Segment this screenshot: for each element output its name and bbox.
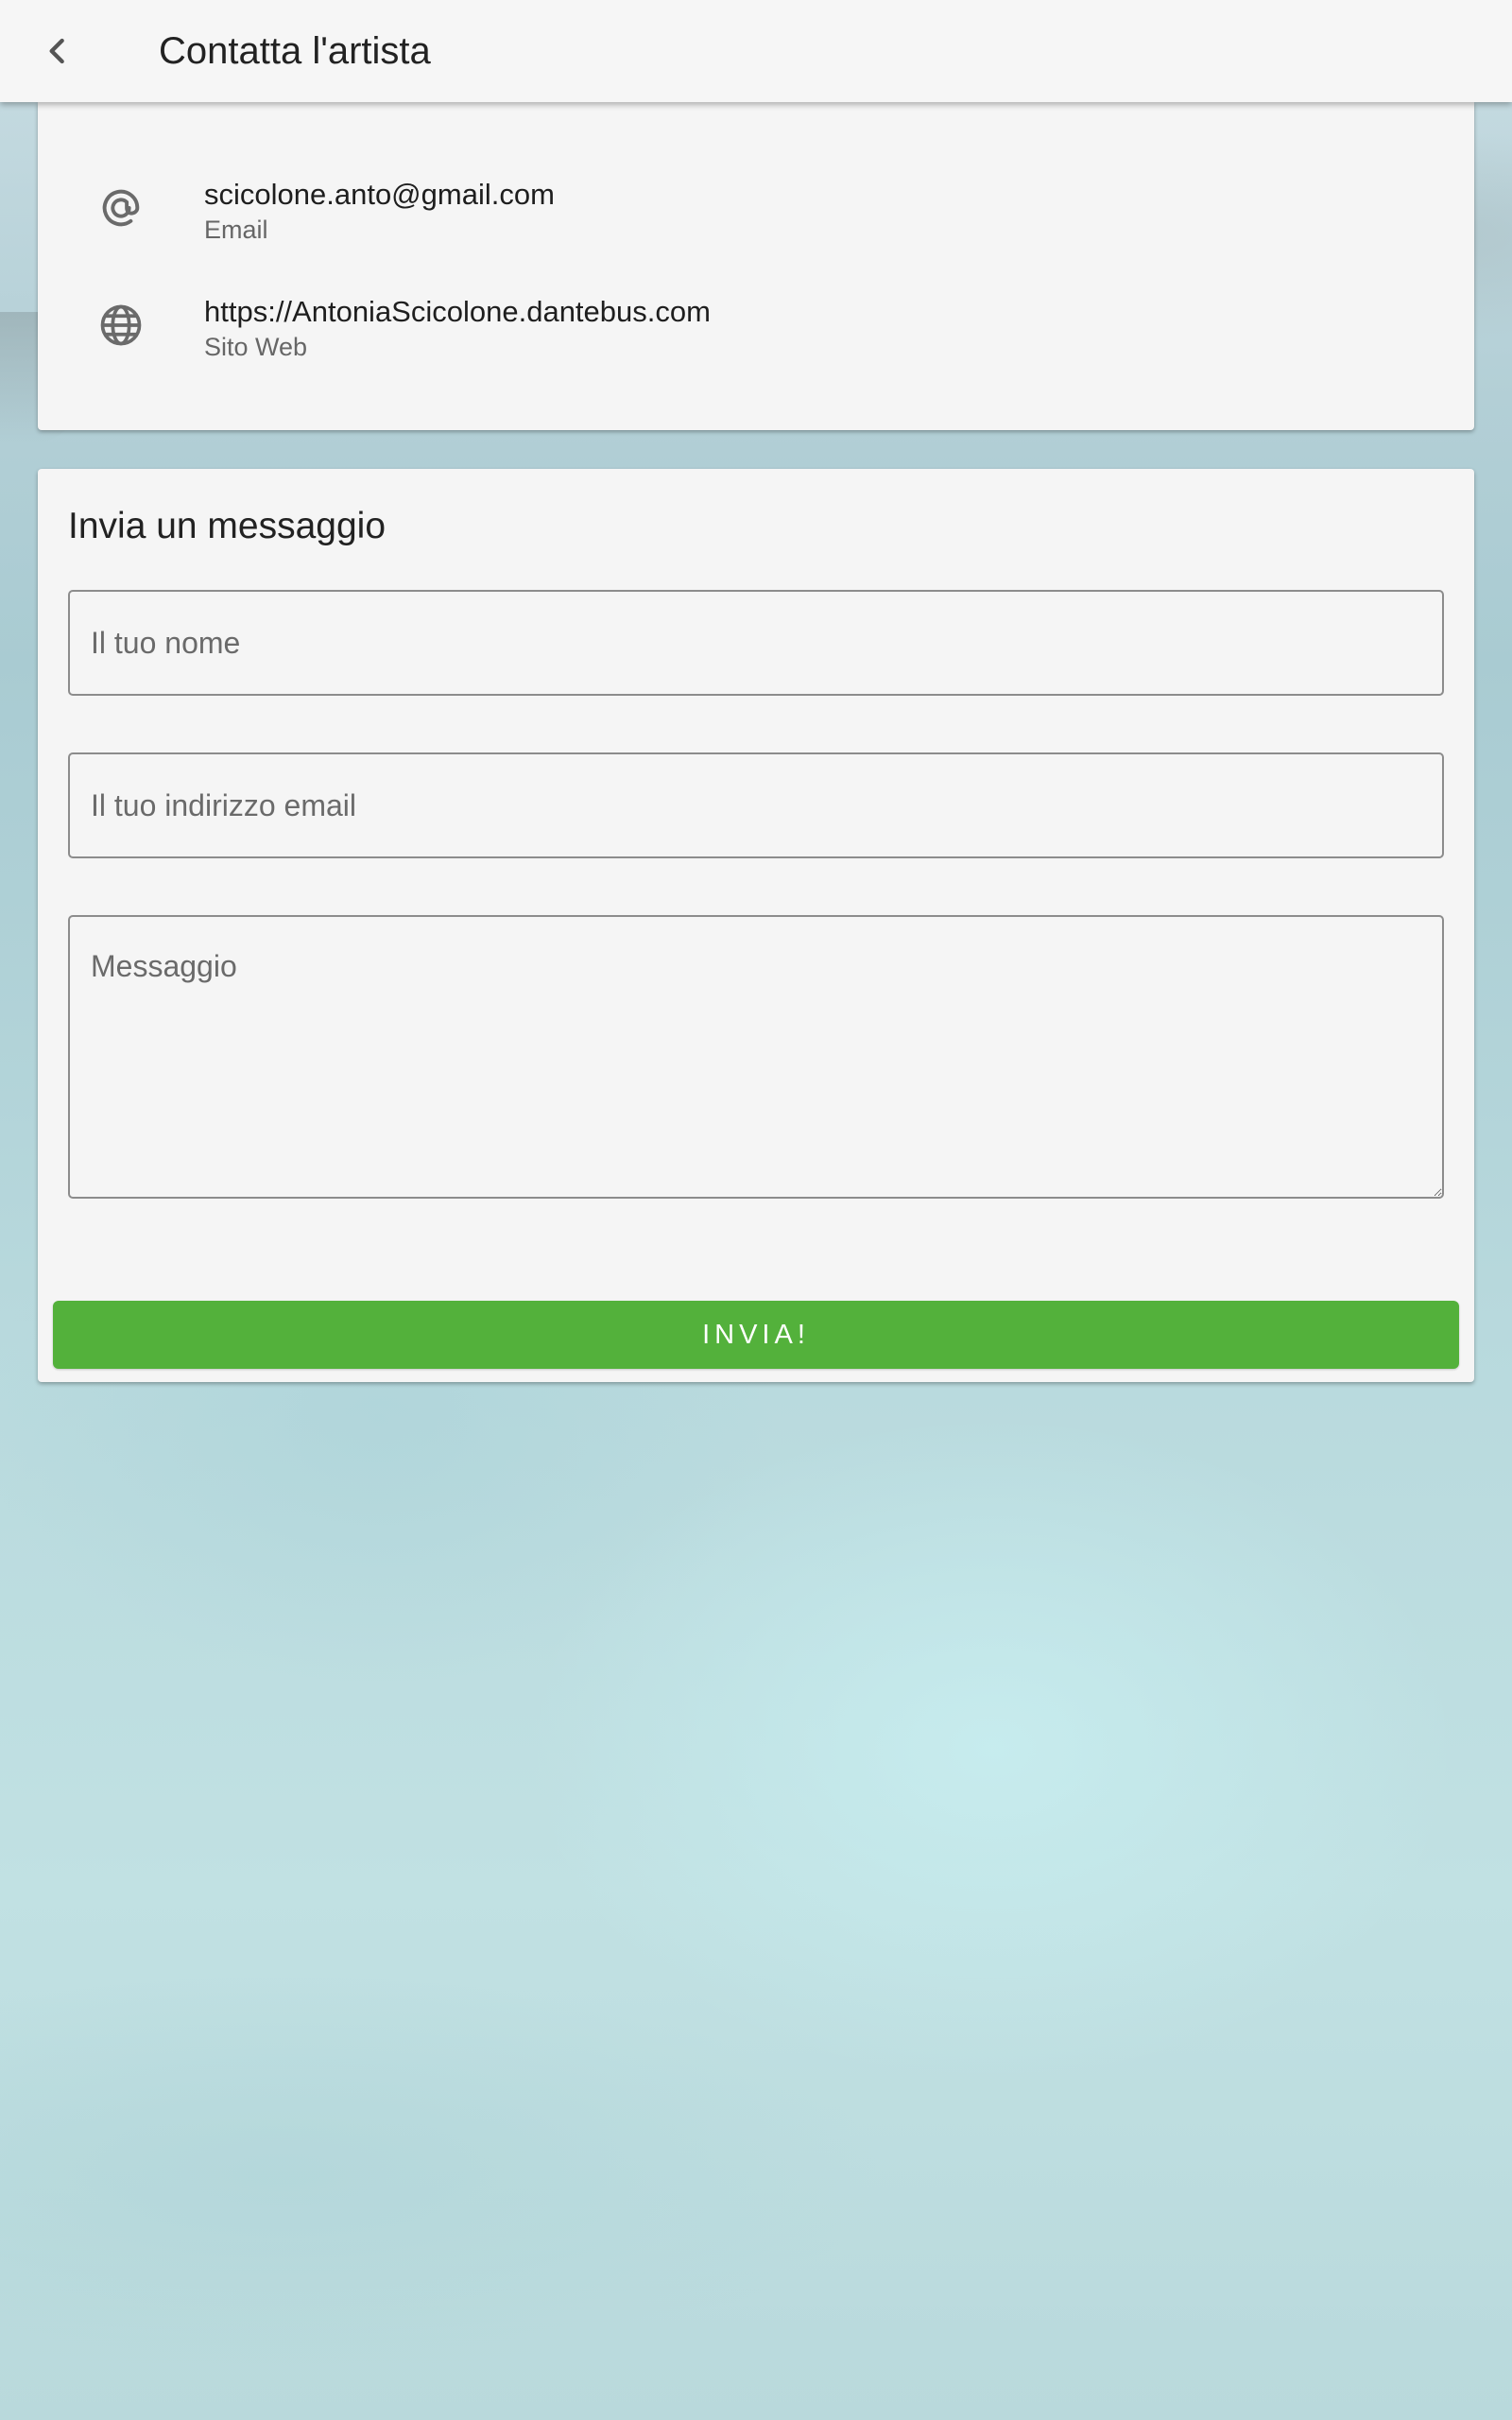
- contact-email-value[interactable]: scicolone.anto@gmail.com: [204, 176, 555, 214]
- contact-website-value[interactable]: https://AntoniaScicolone.dantebus.com: [204, 293, 711, 331]
- contact-email-label: Email: [204, 216, 268, 244]
- back-button[interactable]: [26, 21, 87, 81]
- message-form-card: Invia un messaggio INVIA!: [38, 469, 1474, 1382]
- email-input[interactable]: [68, 752, 1444, 858]
- message-textarea[interactable]: [68, 915, 1444, 1199]
- submit-button[interactable]: INVIA!: [53, 1301, 1459, 1369]
- at-sign-icon: [102, 189, 140, 227]
- contact-website-row[interactable]: https://AntoniaScicolone.dantebus.com Si…: [38, 293, 1474, 388]
- globe-icon: [100, 304, 142, 346]
- contact-info-card: scicolone.anto@gmail.com Email https://A…: [38, 102, 1474, 430]
- app-bar: Contatta l'artista: [0, 0, 1512, 102]
- contact-email-row[interactable]: scicolone.anto@gmail.com Email: [38, 176, 1474, 270]
- page-title: Contatta l'artista: [159, 30, 431, 72]
- form-title: Invia un messaggio: [68, 506, 387, 546]
- chevron-left-icon: [49, 38, 64, 64]
- contact-website-label: Sito Web: [204, 333, 308, 361]
- name-input[interactable]: [68, 590, 1444, 696]
